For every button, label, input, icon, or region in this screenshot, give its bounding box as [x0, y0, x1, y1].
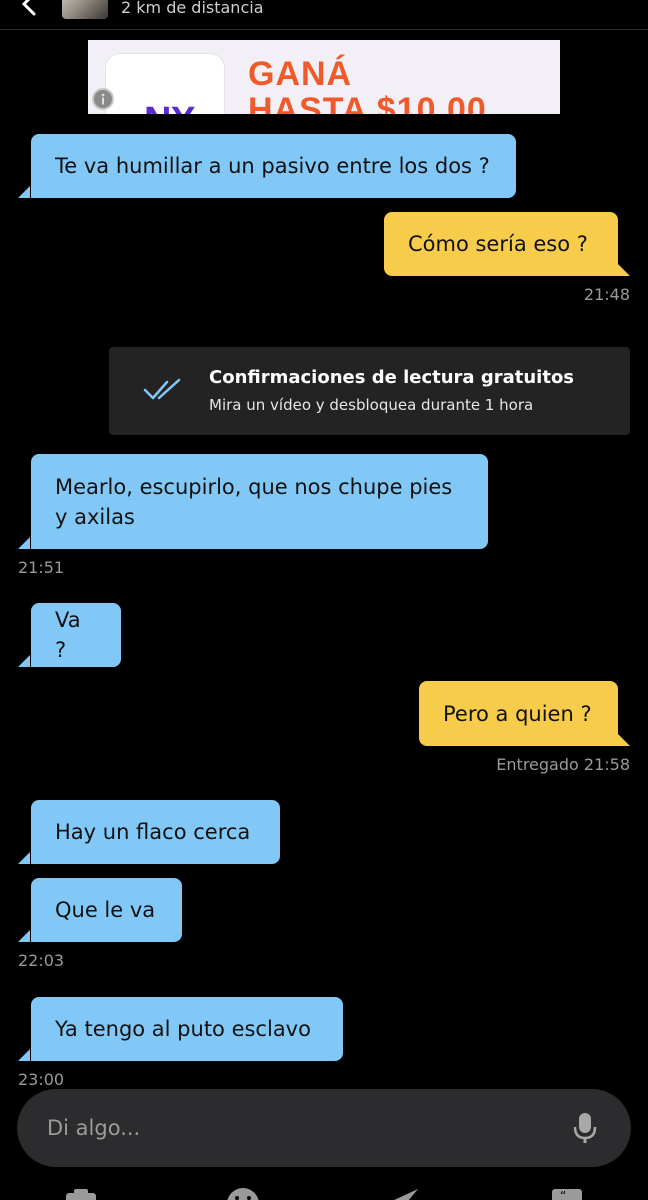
info-icon[interactable] — [92, 88, 114, 110]
message-text: Pero a quien ? — [443, 701, 592, 726]
emoji-icon[interactable] — [226, 1186, 260, 1200]
microphone-icon[interactable] — [572, 1111, 598, 1149]
bubble-tail — [18, 930, 30, 942]
message-bubble-outgoing[interactable]: Pero a quien ? — [419, 681, 618, 746]
distance-label: 2 km de distancia — [121, 0, 264, 17]
bubble-tail — [18, 655, 30, 667]
message-bubble-incoming[interactable]: Ya tengo al puto esclavo — [31, 997, 343, 1061]
read-receipt-promo[interactable]: Confirmaciones de lectura gratuitos Mira… — [109, 347, 630, 435]
message-text: Ya tengo al puto esclavo — [55, 1017, 311, 1041]
chat-header: 2 km de distancia — [0, 0, 648, 30]
message-text: Hay un flaco cerca — [55, 820, 251, 844]
message-timestamp: 22:03 — [18, 951, 65, 970]
profile-avatar[interactable] — [62, 0, 108, 19]
ad-headline: GANÁ HASTA $10.00 — [248, 56, 487, 114]
bubble-tail — [618, 734, 630, 746]
bubble-tail — [18, 186, 30, 198]
quick-phrases-icon[interactable]: “ — [550, 1186, 584, 1200]
message-bubble-incoming[interactable]: Va ? — [31, 603, 121, 667]
message-timestamp: 21:51 — [18, 558, 65, 577]
message-composer — [17, 1089, 631, 1167]
promo-title: Confirmaciones de lectura gratuitos — [209, 367, 575, 388]
ad-logo: NX — [106, 54, 224, 114]
bubble-tail — [618, 264, 630, 276]
ad-headline-line2: HASTA $10.00 — [248, 91, 487, 114]
bubble-tail — [18, 537, 30, 549]
back-arrow-icon[interactable] — [14, 0, 44, 20]
ad-banner[interactable]: NX GANÁ HASTA $10.00 — [88, 40, 560, 114]
bubble-tail — [18, 1049, 30, 1061]
message-bubble-incoming[interactable]: Te va humillar a un pasivo entre los dos… — [31, 134, 516, 198]
message-timestamp: 21:48 — [583, 285, 630, 304]
message-text: Va ? — [55, 608, 81, 662]
ad-logo-text: NX — [144, 100, 196, 114]
message-bubble-incoming[interactable]: Mearlo, escupirlo, que nos chupe pies y … — [31, 454, 488, 549]
ad-headline-line1: GANÁ — [248, 55, 353, 93]
send-location-icon[interactable] — [388, 1186, 422, 1200]
message-bubble-outgoing[interactable]: Cómo sería eso ? — [384, 212, 618, 276]
promo-subtitle: Mira un vídeo y desbloquea durante 1 hor… — [209, 396, 534, 414]
message-text: Que le va — [55, 898, 156, 922]
bubble-tail — [18, 852, 30, 864]
message-text: Cómo sería eso ? — [408, 232, 588, 256]
camera-icon[interactable] — [64, 1186, 98, 1200]
double-check-icon — [143, 377, 183, 407]
message-bubble-incoming[interactable]: Hay un flaco cerca — [31, 800, 280, 864]
message-delivery-status: Entregado 21:58 — [496, 755, 630, 774]
message-timestamp: 23:00 — [18, 1070, 65, 1089]
message-input[interactable] — [47, 1111, 547, 1145]
message-bubble-incoming[interactable]: Que le va — [31, 878, 182, 942]
message-text: Mearlo, escupirlo, que nos chupe pies y … — [55, 474, 453, 529]
message-text: Te va humillar a un pasivo entre los dos… — [55, 154, 490, 178]
svg-text:“: “ — [560, 1189, 566, 1200]
